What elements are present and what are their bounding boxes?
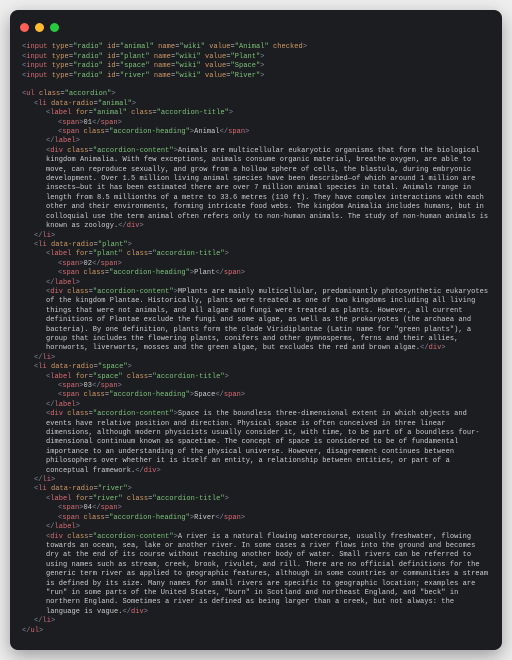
code-line: </li> bbox=[22, 476, 490, 485]
code-line: <ul class="accordion"> bbox=[22, 90, 490, 99]
window-titlebar bbox=[10, 10, 502, 36]
code-line: <input type="radio" id="plant" name="wik… bbox=[22, 53, 490, 62]
code-line: </li> bbox=[22, 354, 490, 363]
code-line: <label for="plant" class="accordion-titl… bbox=[22, 250, 490, 259]
code-line: <label for="space" class="accordion-titl… bbox=[22, 373, 490, 382]
code-line: <input type="radio" id="animal" name="wi… bbox=[22, 43, 490, 52]
code-line: <span class="accordion-heading">River</s… bbox=[22, 514, 490, 523]
code-view: <input type="radio" id="animal" name="wi… bbox=[22, 34, 490, 640]
code-line: <label for="animal" class="accordion-tit… bbox=[22, 109, 490, 118]
code-line: </ul> bbox=[22, 627, 490, 636]
code-editor-window: <input type="radio" id="animal" name="wi… bbox=[10, 10, 502, 650]
code-line: <li data-radio="river"> bbox=[22, 485, 490, 494]
code-line: </label> bbox=[22, 401, 490, 410]
code-line: <div class="accordion-content">A river i… bbox=[22, 533, 490, 618]
code-line: <span class="accordion-heading">Space</s… bbox=[22, 391, 490, 400]
code-line: <span class="accordion-heading">Plant</s… bbox=[22, 269, 490, 278]
code-line: <span>03</span> bbox=[22, 382, 490, 391]
code-line: <span class="accordion-heading">Animal</… bbox=[22, 128, 490, 137]
code-line: </label> bbox=[22, 279, 490, 288]
code-line: <input type="radio" id="space" name="wik… bbox=[22, 62, 490, 71]
code-line: <li data-radio="space"> bbox=[22, 363, 490, 372]
code-line: </label> bbox=[22, 137, 490, 146]
code-line: <span>01</span> bbox=[22, 119, 490, 128]
code-line: <span>04</span> bbox=[22, 504, 490, 513]
code-line: </label> bbox=[22, 523, 490, 532]
code-line: <div class="accordion-content">MPlants a… bbox=[22, 288, 490, 354]
code-line: <label for="river" class="accordion-titl… bbox=[22, 495, 490, 504]
code-line: <li data-radio="animal"> bbox=[22, 100, 490, 109]
zoom-icon[interactable] bbox=[50, 23, 59, 32]
code-line: <input type="radio" id="river" name="wik… bbox=[22, 72, 490, 81]
code-line: <li data-radio="plant"> bbox=[22, 241, 490, 250]
code-line: </li> bbox=[22, 617, 490, 626]
code-line: <div class="accordion-content">Space is … bbox=[22, 410, 490, 476]
code-line: <span>02</span> bbox=[22, 260, 490, 269]
minimize-icon[interactable] bbox=[35, 23, 44, 32]
code-line: </li> bbox=[22, 232, 490, 241]
code-line: <div class="accordion-content">Animals a… bbox=[22, 147, 490, 232]
close-icon[interactable] bbox=[20, 23, 29, 32]
